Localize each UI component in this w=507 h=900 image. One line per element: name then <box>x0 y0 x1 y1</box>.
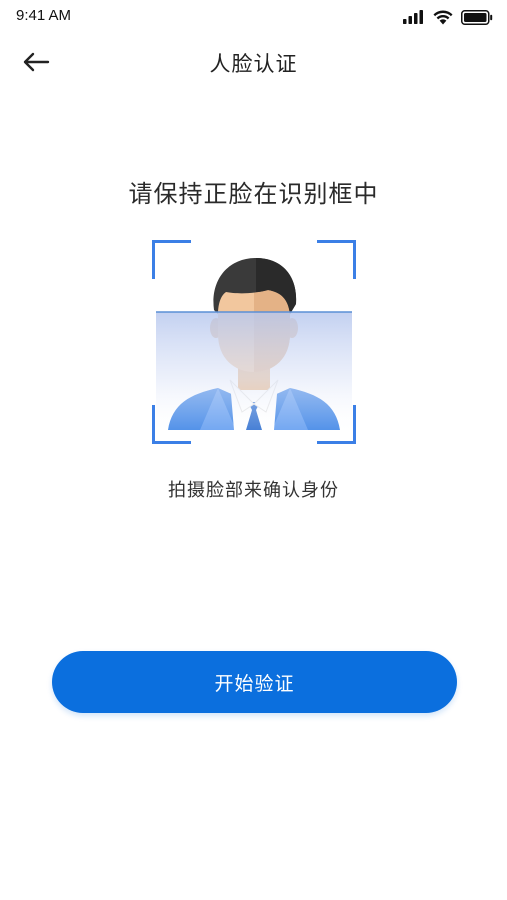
signal-icon <box>403 10 423 24</box>
status-icons <box>403 8 493 26</box>
status-bar: 9:41 AM <box>0 0 507 34</box>
face-avatar-illustration <box>156 258 352 432</box>
battery-icon <box>461 9 493 25</box>
start-verification-button[interactable]: 开始验证 <box>52 651 457 713</box>
instruction-text: 请保持正脸在识别框中 <box>128 180 379 208</box>
header: 人脸认证 <box>0 40 507 84</box>
status-time: 9:41 AM <box>16 7 72 24</box>
caption-text: 拍摄脸部来确认身份 <box>168 480 339 501</box>
wifi-icon <box>433 10 453 24</box>
page-title: 人脸认证 <box>209 52 298 76</box>
face-scan-frame <box>152 240 356 444</box>
